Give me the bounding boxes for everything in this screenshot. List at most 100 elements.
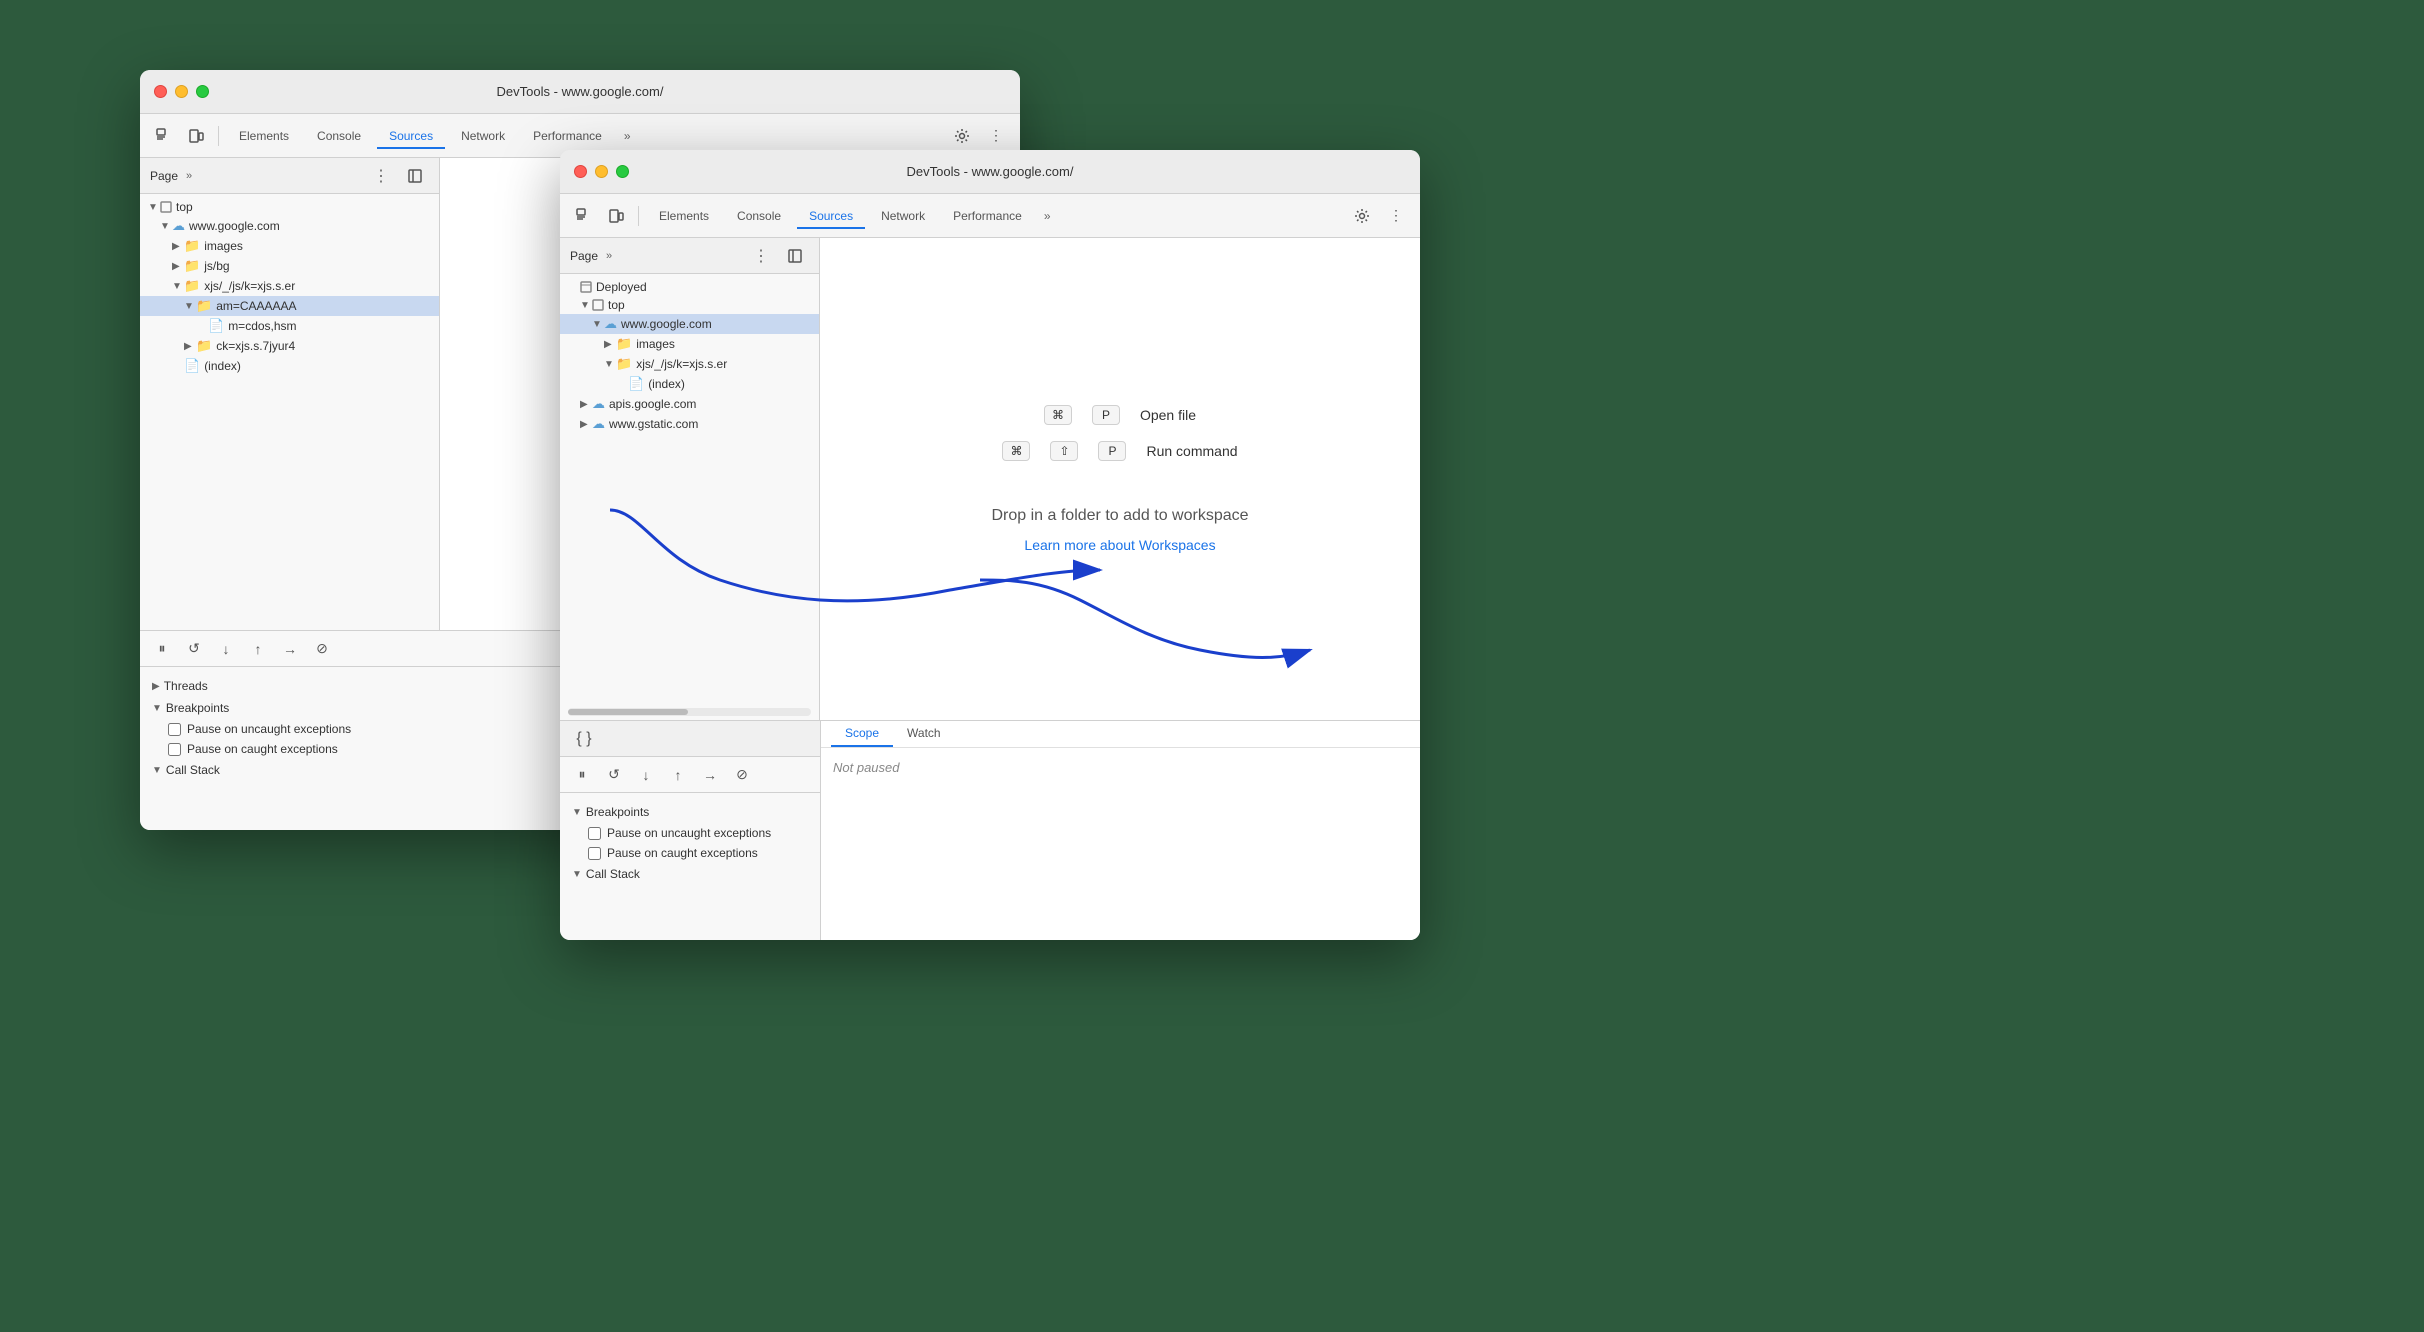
- tab-network-front[interactable]: Network: [869, 203, 937, 229]
- tree-item-images-front[interactable]: ▶ 📁 images: [560, 334, 819, 354]
- scrollbar-front[interactable]: [568, 708, 811, 716]
- file-icon: 📄: [628, 376, 644, 392]
- arrow-icon: ▼: [580, 300, 592, 311]
- tab-more-back[interactable]: »: [618, 125, 637, 147]
- tree-item-top-front[interactable]: ▼ top: [560, 296, 819, 314]
- kbd-cmd2-front: ⌘: [1002, 441, 1030, 461]
- scroll-thumb-front: [568, 709, 688, 715]
- tree-item-am-back[interactable]: ▼ 📁 am=CAAAAAA: [140, 296, 439, 316]
- checkbox-caught-input-back[interactable]: [168, 743, 181, 756]
- settings-icon-back[interactable]: [948, 122, 976, 150]
- section-arrow-icon: ▼: [572, 807, 582, 818]
- close-button-front[interactable]: [574, 165, 587, 178]
- tree-label: Deployed: [596, 280, 647, 294]
- more-icon-front[interactable]: ⋮: [1382, 202, 1410, 230]
- arrow-icon: ▶: [580, 419, 592, 430]
- deactivate-icon[interactable]: ⊘: [308, 635, 336, 663]
- folder-icon: 📁: [196, 338, 212, 354]
- tree-item-ck-back[interactable]: ▶ 📁 ck=xjs.s.7jyur4: [140, 336, 439, 356]
- checkbox-uncaught-input-front[interactable]: [588, 827, 601, 840]
- device-icon-front[interactable]: [602, 202, 630, 230]
- kbd-cmd-front: ⌘: [1044, 405, 1072, 425]
- step-over-icon[interactable]: ↺: [180, 635, 208, 663]
- device-icon[interactable]: [182, 122, 210, 150]
- panel-tab-page-back[interactable]: Page: [150, 169, 178, 183]
- cloud-icon: ☁: [592, 416, 605, 432]
- tab-more-front[interactable]: »: [1038, 205, 1057, 227]
- panel-dots-back[interactable]: ⋮: [373, 166, 389, 186]
- tree-item-index-back[interactable]: 📄 (index): [140, 356, 439, 376]
- pause-icon-front[interactable]: ⏸: [568, 761, 596, 789]
- step-out-icon-front[interactable]: ↑: [664, 761, 692, 789]
- checkbox-uncaught-input-back[interactable]: [168, 723, 181, 736]
- section-arrow-icon: ▼: [572, 869, 582, 880]
- panel-more-back[interactable]: »: [186, 170, 192, 182]
- arrow-icon: ▶: [580, 399, 592, 410]
- maximize-button-front[interactable]: [616, 165, 629, 178]
- tree-label: ck=xjs.s.7jyur4: [216, 339, 295, 353]
- step-into-icon[interactable]: ↓: [212, 635, 240, 663]
- tab-elements-back[interactable]: Elements: [227, 123, 301, 149]
- devtools-window-front: DevTools - www.google.com/ Elements Cons…: [560, 150, 1420, 940]
- panel-more-front[interactable]: »: [606, 250, 612, 262]
- tree-label: xjs/_/js/k=xjs.s.er: [204, 279, 295, 293]
- tree-item-top-back[interactable]: ▼ top: [140, 198, 439, 216]
- maximize-button[interactable]: [196, 85, 209, 98]
- step-out-icon[interactable]: ↑: [244, 635, 272, 663]
- checkbox-caught-input-front[interactable]: [588, 847, 601, 860]
- section-label: Call Stack: [586, 867, 640, 881]
- tab-sources-back[interactable]: Sources: [377, 123, 445, 149]
- tree-item-apis-front[interactable]: ▶ ☁ apis.google.com: [560, 394, 819, 414]
- tree-item-google-front[interactable]: ▼ ☁ www.google.com: [560, 314, 819, 334]
- minimize-button-front[interactable]: [595, 165, 608, 178]
- tree-item-gstatic-front[interactable]: ▶ ☁ www.gstatic.com: [560, 414, 819, 434]
- more-icon-back[interactable]: ⋮: [982, 122, 1010, 150]
- toolbar-divider-front: [638, 206, 639, 226]
- inspect-icon-front[interactable]: [570, 202, 598, 230]
- cloud-icon: ☁: [592, 396, 605, 412]
- section-label: Threads: [164, 679, 208, 693]
- close-button[interactable]: [154, 85, 167, 98]
- learn-more-link-front[interactable]: Learn more about Workspaces: [1024, 537, 1215, 553]
- panel-tab-page-front[interactable]: Page: [570, 249, 598, 263]
- main-content-front: Page » ⋮ Deployed: [560, 238, 1420, 720]
- step-next-icon[interactable]: →: [276, 635, 304, 663]
- minimize-button[interactable]: [175, 85, 188, 98]
- tree-label: www.google.com: [621, 317, 712, 331]
- tree-item-google-back[interactable]: ▼ ☁ www.google.com: [140, 216, 439, 236]
- tree-item-images-back[interactable]: ▶ 📁 images: [140, 236, 439, 256]
- scope-tab-scope-front[interactable]: Scope: [831, 721, 893, 747]
- file-icon: 📄: [184, 358, 200, 374]
- tab-elements-front[interactable]: Elements: [647, 203, 721, 229]
- panel-sidebar-icon-back[interactable]: [401, 162, 429, 190]
- checkbox-label: Pause on uncaught exceptions: [607, 826, 771, 840]
- tab-console-front[interactable]: Console: [725, 203, 793, 229]
- tab-sources-front[interactable]: Sources: [797, 203, 865, 229]
- tree-item-mcdos-back[interactable]: 📄 m=cdos,hsm: [140, 316, 439, 336]
- format-icon[interactable]: { }: [570, 725, 598, 753]
- tree-item-deployed[interactable]: Deployed: [560, 278, 819, 296]
- scope-tab-watch-front[interactable]: Watch: [893, 721, 955, 747]
- traffic-lights-front: [574, 165, 629, 178]
- step-into-icon-front[interactable]: ↓: [632, 761, 660, 789]
- step-next-icon-front[interactable]: →: [696, 761, 724, 789]
- shortcut-label-1-front: Open file: [1140, 407, 1196, 423]
- step-over-icon-front[interactable]: ↺: [600, 761, 628, 789]
- tree-item-xjs-front[interactable]: ▼ 📁 xjs/_/js/k=xjs.s.er: [560, 354, 819, 374]
- section-label: Call Stack: [166, 763, 220, 777]
- panel-sidebar-icon-front[interactable]: [781, 242, 809, 270]
- tab-console-back[interactable]: Console: [305, 123, 373, 149]
- triangle-icon: [592, 299, 604, 311]
- tab-performance-back[interactable]: Performance: [521, 123, 614, 149]
- tree-item-jsbg-back[interactable]: ▶ 📁 js/bg: [140, 256, 439, 276]
- tree-item-xjs-back[interactable]: ▼ 📁 xjs/_/js/k=xjs.s.er: [140, 276, 439, 296]
- pause-icon[interactable]: ⏸: [148, 635, 176, 663]
- settings-icon-front[interactable]: [1348, 202, 1376, 230]
- tab-network-back[interactable]: Network: [449, 123, 517, 149]
- tab-performance-front[interactable]: Performance: [941, 203, 1034, 229]
- inspect-icon[interactable]: [150, 122, 178, 150]
- section-label: Breakpoints: [586, 805, 649, 819]
- panel-dots-front[interactable]: ⋮: [753, 246, 769, 266]
- deactivate-icon-front[interactable]: ⊘: [728, 761, 756, 789]
- tree-item-index-front[interactable]: 📄 (index): [560, 374, 819, 394]
